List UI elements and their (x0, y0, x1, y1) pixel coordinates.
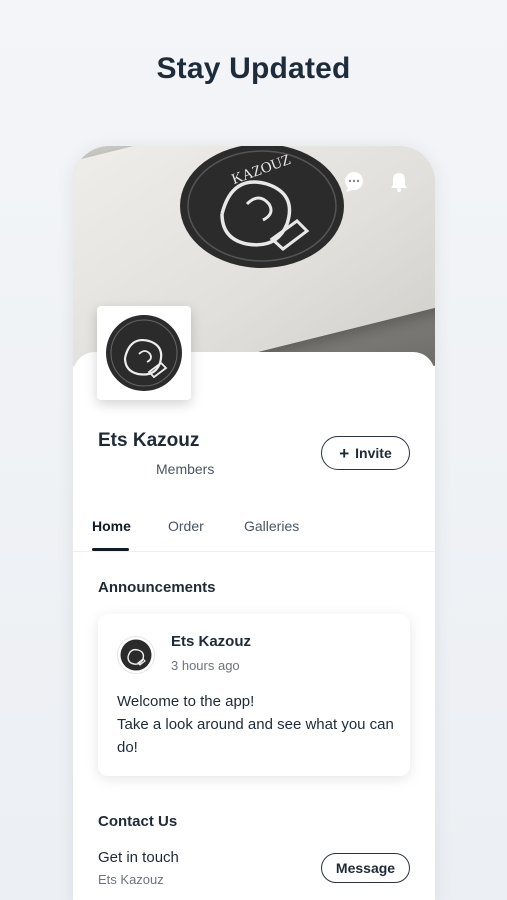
members-link[interactable]: Members (156, 461, 214, 477)
contact-name: Ets Kazouz (98, 872, 164, 887)
tab-home[interactable]: Home (92, 518, 131, 534)
announcement-post[interactable]: Ets Kazouz 3 hours ago Welcome to the ap… (98, 614, 410, 776)
tab-order[interactable]: Order (168, 518, 204, 534)
headline: Stay Updated (156, 52, 351, 85)
plus-icon: + (339, 443, 350, 463)
cover-logo-icon: KAZOUZ (180, 146, 344, 268)
group-logo-icon (106, 315, 182, 391)
post-author: Ets Kazouz (171, 633, 252, 650)
post-body: Welcome to the app! Take a look around a… (117, 693, 394, 756)
post-timestamp: 3 hours ago (171, 658, 240, 673)
chat-bubble-icon[interactable] (342, 170, 366, 194)
tab-galleries[interactable]: Galleries (244, 518, 299, 534)
contact-title: Contact Us (98, 813, 178, 830)
group-avatar (97, 306, 191, 400)
phone-frame: KAZOUZ Ets Kazouz Members + Invite Home … (73, 146, 435, 900)
invite-label: Invite (355, 445, 392, 461)
group-name: Ets Kazouz (98, 430, 200, 451)
tab-bar: Home Order Galleries (73, 506, 435, 552)
invite-button[interactable]: + Invite (321, 436, 410, 470)
announcements-title: Announcements (98, 579, 216, 596)
post-author-avatar (117, 636, 155, 674)
post-logo-icon (120, 639, 152, 671)
message-button[interactable]: Message (321, 853, 410, 883)
contact-subtitle: Get in touch (98, 849, 179, 866)
bell-icon[interactable] (387, 170, 411, 194)
active-tab-indicator (92, 548, 129, 551)
